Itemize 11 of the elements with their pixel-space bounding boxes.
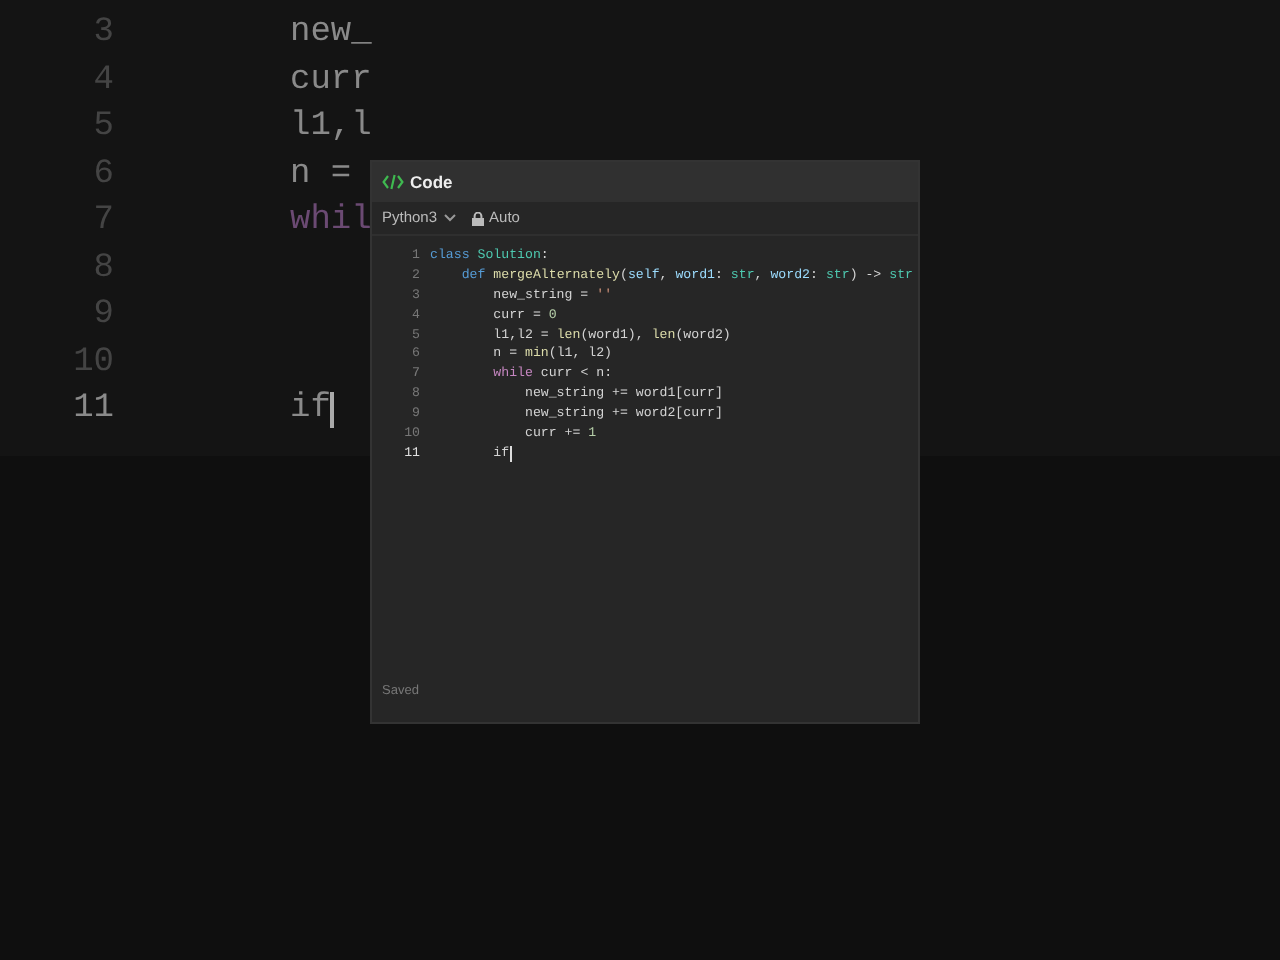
- code-text: if: [290, 388, 331, 432]
- line-number: 11: [71, 388, 114, 432]
- chevron-down-icon: [443, 214, 456, 222]
- code-text: l1,l: [290, 106, 372, 150]
- code-icon: [382, 174, 404, 190]
- code-text: new_: [290, 12, 372, 56]
- code-text: whil: [290, 200, 372, 244]
- lock-icon: [471, 211, 484, 225]
- code-text: curr: [290, 59, 372, 103]
- panel-title: Code: [410, 169, 453, 195]
- code-text: n =: [290, 153, 354, 197]
